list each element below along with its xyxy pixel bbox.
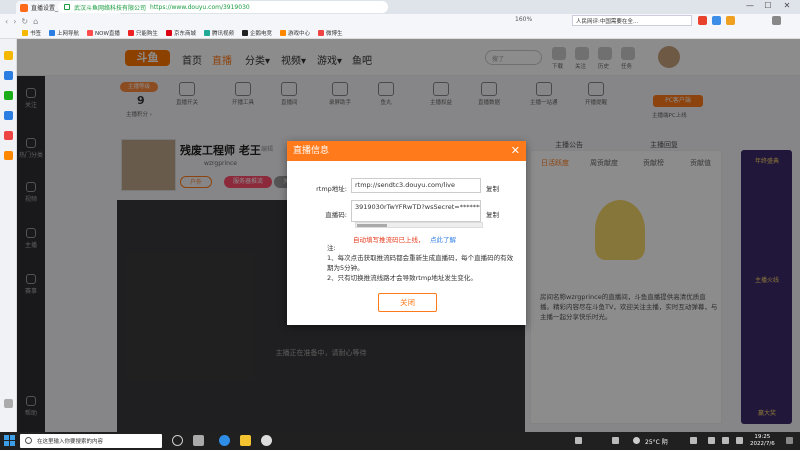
sidebar-chat-icon[interactable] [4,91,13,100]
site-company: 武汉斗鱼网络科技有限公司 [74,4,147,12]
tray-arrow-icon[interactable] [690,437,697,444]
minimize-button[interactable]: — [743,1,757,10]
sidebar-app-icon[interactable] [4,71,13,80]
bookmark-item[interactable]: 企鹅电竞 [241,29,272,37]
douyu-favicon-icon [20,3,28,12]
clock-date: 2022/7/6 [750,441,775,447]
copy-rtmp-button[interactable]: 复制 [486,183,499,193]
dialog-notes: 注: 1、每次点击获取推流码都会重新生成直播码，每个直播码的有效期为5分钟。 2… [327,243,517,283]
dialog-close-icon[interactable]: ✕ [511,145,520,156]
volume-icon[interactable] [722,437,729,444]
back-arrow-icon[interactable]: ‹ [5,17,8,26]
widgets-icon[interactable] [193,435,204,446]
home-icon[interactable]: ⌂ [33,17,38,26]
forward-arrow-icon[interactable]: › [13,17,16,26]
taskbar-weather[interactable]: 25°C 阴 [645,437,668,446]
extension-icon[interactable] [698,16,707,25]
sidebar-app-icon[interactable] [4,111,13,120]
maximize-button[interactable]: ☐ [761,1,775,10]
site-url: https://www.douyu.com/3919030 [150,3,250,11]
windows-start-icon[interactable] [4,435,15,446]
sidebar-star-icon[interactable] [4,51,13,60]
extension-icon-3[interactable] [726,16,735,25]
bookmark-item[interactable]: NOW直播 [87,29,120,37]
weather-icon [633,437,640,444]
task-view-icon[interactable] [172,435,183,446]
bookmark-item[interactable]: 腾讯视频 [203,29,234,37]
note-title: 注: [327,244,336,252]
copy-code-button[interactable]: 复制 [486,209,499,219]
rtmp-address-field[interactable]: rtmp://sendtc3.douyu.com/live [351,178,481,193]
extension-icon-2[interactable] [712,16,721,25]
live-info-dialog: 直播信息 ✕ rtmp地址: rtmp://sendtc3.douyu.com/… [287,141,526,325]
close-window-button[interactable]: ✕ [780,1,794,10]
bookmark-item[interactable]: 只能购生 [127,29,158,37]
refresh-icon[interactable]: ↻ [21,17,28,26]
taskbar-clock[interactable]: 19:25 2022/7/6 [750,434,775,448]
zoom-level[interactable]: 160% [515,16,532,23]
bookmark-item[interactable]: 上网导航 [49,29,79,37]
ime-icon[interactable] [736,437,743,444]
note-line-2: 2、只有切换推流线路才会导致rtmp地址发生变化。 [327,274,477,282]
bookmark-item[interactable]: 微博生 [318,29,343,37]
dialog-title: 直播信息 [293,146,330,156]
bookmarks-bar: 书签 上网导航 NOW直播 只能购生 京东商城 腾讯视频 企鹅电竞 游戏中心 微… [0,28,800,39]
tray-app-icon[interactable] [612,437,619,444]
scrollbar-thumb[interactable] [357,224,387,227]
bookmark-item[interactable]: 游戏中心 [279,29,310,37]
rtmp-label: rtmp地址: [316,185,347,193]
dialog-close-button[interactable]: 关闭 [378,293,437,312]
notification-icon[interactable] [786,437,793,444]
network-icon[interactable] [708,437,715,444]
edge-browser-icon[interactable] [219,435,230,446]
menu-icon[interactable] [772,16,781,25]
dialog-header: 直播信息 [287,141,526,161]
screen: 直播设置_斗鱼 - 每个人的直播平台 × + — ☐ ✕ ‹ › ↻ ⌂ 武汉斗… [0,0,800,450]
stream-code-scrollbar[interactable] [355,222,483,228]
bookmark-item[interactable]: 京东商城 [165,29,196,37]
stream-code-label: 直播码: [325,211,347,219]
tray-app-icon[interactable] [575,437,582,444]
browser-sidebar [0,39,17,432]
note-line-1: 1、每次点击获取推流码都会重新生成直播码，每个直播码的有效期为5分钟。 [327,254,514,272]
obs-icon[interactable] [261,435,272,446]
browser-search-input[interactable]: 人民网评:中国需要在全… [572,15,692,26]
sidebar-app-icon[interactable] [4,131,13,140]
bookmark-item[interactable]: 书签 [22,29,41,37]
clock-time: 19:25 [754,434,771,440]
taskbar-search-placeholder: 在这里输入你要搜索的内容 [37,439,104,445]
sidebar-app-icon[interactable] [4,151,13,160]
lock-icon [64,4,70,10]
sidebar-add-icon[interactable] [4,399,13,408]
search-icon [25,437,32,444]
file-explorer-icon[interactable] [240,435,251,446]
url-input[interactable]: 武汉斗鱼网络科技有限公司 https://www.douyu.com/39190… [58,1,388,13]
stream-code-field[interactable]: 3919030rTwYFRwTD?wsSecret=********** [351,200,481,222]
taskbar-search-input[interactable]: 在这里输入你要搜索的内容 [20,434,162,448]
